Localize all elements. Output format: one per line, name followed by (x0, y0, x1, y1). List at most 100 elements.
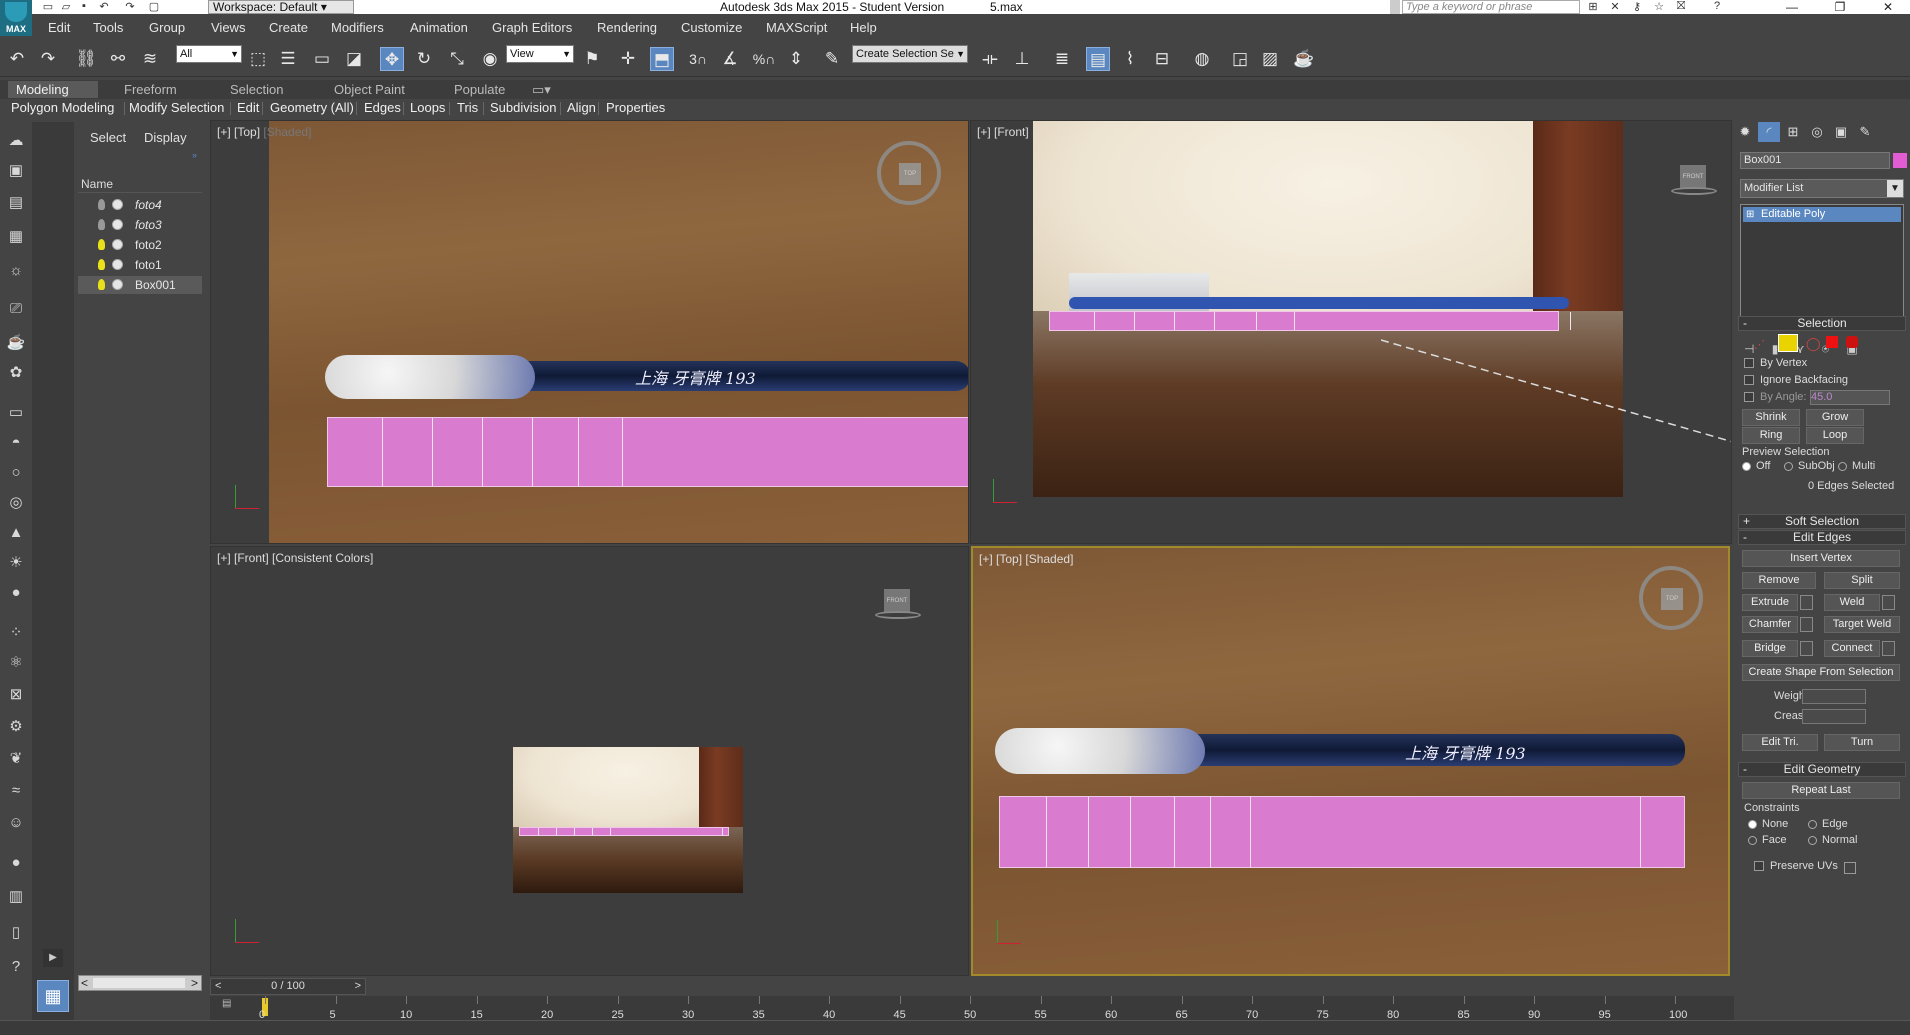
turn-button[interactable]: Turn (1824, 734, 1900, 751)
angle-snap-icon[interactable]: ∡ (718, 47, 742, 71)
foliage-icon[interactable]: ❦ (4, 748, 28, 770)
app-logo[interactable]: MAX (0, 0, 32, 36)
scene-item-foto3[interactable]: foto3 (78, 216, 202, 234)
tools-icon[interactable]: ✕ (1606, 0, 1624, 14)
exchange-icon[interactable]: ⛝ (1672, 0, 1690, 14)
visibility-icon[interactable] (112, 219, 123, 230)
select-by-name-icon[interactable]: ☰ (276, 47, 300, 71)
create-tab-icon[interactable]: ✹ (1734, 122, 1756, 142)
project-folder-icon[interactable]: ▢ (146, 0, 162, 14)
grid-icon[interactable]: ▦ (4, 226, 28, 248)
visibility-icon[interactable] (112, 199, 123, 210)
preserve-uvs-settings-icon[interactable] (1844, 862, 1856, 874)
undo-quick-icon[interactable]: ↶ (96, 0, 112, 14)
unlink-icon[interactable]: ⚯ (106, 47, 130, 71)
track-bar[interactable]: ▤ 0 5 10 15 20 25 30 35 40 45 50 55 60 65 70 75 80 85 90 95… (210, 996, 1734, 1021)
scroll-right-icon[interactable]: > (191, 976, 198, 990)
redo-icon[interactable]: ↷ (36, 47, 60, 71)
character-icon[interactable]: ☺ (4, 812, 28, 834)
box001-mesh[interactable] (1049, 311, 1571, 331)
viewport-label[interactable]: [+] [Front] [Consistent Colors] (217, 551, 373, 565)
help-circle-icon[interactable]: ? (4, 956, 28, 978)
menu-maxscript[interactable]: MAXScript (766, 20, 827, 35)
preview-multi-radio[interactable]: Multi (1838, 460, 1875, 472)
tab-select[interactable]: Select (90, 130, 126, 145)
ribbon-edit[interactable]: Edit (237, 100, 259, 115)
shrink-button[interactable]: Shrink (1742, 409, 1800, 426)
ribbon-loops[interactable]: Loops (410, 100, 445, 115)
display-tab-icon[interactable]: ▣ (1830, 122, 1852, 142)
utilities-tab-icon[interactable]: ✎ (1854, 122, 1876, 142)
element-mode-icon[interactable] (1846, 336, 1858, 348)
by-vertex-checkbox[interactable]: By Vertex (1744, 357, 1807, 369)
scroll-left-icon[interactable]: < (81, 976, 88, 990)
scene-item-foto4[interactable]: foto4 (78, 196, 202, 214)
object-name-field[interactable]: Box001 (1740, 152, 1890, 169)
percent-snap-icon[interactable]: %∩ (752, 47, 776, 71)
ball-icon[interactable]: ● (4, 852, 28, 874)
workspace-dropdown[interactable]: Workspace: Default ▾ (208, 0, 354, 14)
ignore-backfacing-checkbox[interactable]: Ignore Backfacing (1744, 374, 1848, 386)
ribbon-properties[interactable]: Properties (606, 100, 665, 115)
sun-icon[interactable]: ☀ (4, 552, 28, 574)
edit-named-sel-icon[interactable]: ✎ (820, 47, 844, 71)
minimize-icon[interactable]: — (1774, 0, 1810, 14)
weight-spinner[interactable] (1802, 689, 1866, 704)
keyboard-shortcut-icon[interactable]: ⬒ (650, 47, 674, 71)
tab-display[interactable]: Display (144, 130, 187, 145)
close-icon[interactable]: ✕ (1870, 0, 1906, 14)
menu-edit[interactable]: Edit (48, 20, 70, 35)
expand-plus-icon[interactable]: ⊞ (1746, 207, 1754, 222)
tab-freeform[interactable]: Freeform (116, 81, 185, 98)
snap-toggle-icon[interactable]: 3∩ (686, 47, 710, 71)
scene-item-foto2[interactable]: foto2 (78, 236, 202, 254)
camera-icon[interactable]: ⎚ (4, 298, 28, 320)
hair-icon[interactable]: ≈ (4, 780, 28, 802)
target-weld-button[interactable]: Target Weld (1824, 616, 1900, 633)
layout-toggle-icon[interactable]: ▦ (37, 980, 69, 1012)
menu-customize[interactable]: Customize (681, 20, 742, 35)
viewport-bottom-left[interactable]: [+] [Front] [Consistent Colors] FRONT (210, 546, 969, 976)
vertex-mode-icon[interactable]: ⋰ (1754, 338, 1765, 351)
torus-icon[interactable]: ◎ (4, 492, 28, 514)
table-icon[interactable]: ▤ (4, 192, 28, 214)
box001-mesh[interactable] (519, 827, 729, 836)
key-icon[interactable]: ⚷ (1628, 0, 1646, 14)
modifier-stack[interactable]: ⊞ Editable Poly (1740, 204, 1904, 324)
bridge-settings-icon[interactable] (1800, 641, 1813, 656)
render-teapot-icon[interactable]: ☕ (1292, 47, 1316, 71)
star-icon[interactable]: ☆ (1650, 0, 1668, 14)
object-color-swatch[interactable] (1893, 153, 1907, 168)
light-on-icon[interactable] (98, 279, 105, 290)
create-shape-button[interactable]: Create Shape From Selection (1742, 664, 1900, 681)
rollout-selection-header[interactable]: - Selection (1738, 316, 1906, 331)
molecule-icon[interactable]: ⚛ (4, 652, 28, 674)
rendered-frame-icon[interactable]: ▨ (1258, 47, 1282, 71)
border-mode-icon[interactable]: ◯ (1806, 336, 1821, 352)
gear-icon[interactable]: ⚙ (4, 716, 28, 738)
align-icon[interactable]: ⊥ (1010, 47, 1034, 71)
stack-item-editable-poly[interactable]: ⊞ Editable Poly (1743, 207, 1901, 222)
teapot-icon[interactable]: ☕ (4, 332, 28, 354)
binoculars-icon[interactable]: ⊞ (1584, 0, 1602, 14)
asset-icon[interactable]: ▣ (4, 160, 28, 182)
redo-quick-icon[interactable]: ↷ (122, 0, 138, 14)
loop-button[interactable]: Loop (1806, 427, 1864, 444)
scale-icon[interactable]: ⤡ (445, 47, 469, 71)
box001-mesh[interactable] (999, 796, 1685, 868)
menu-tools[interactable]: Tools (93, 20, 123, 35)
viewport-bottom-right[interactable]: [+] [Top] [Shaded] 上海 牙膏牌 193 TOP (971, 546, 1730, 976)
preview-off-radio[interactable]: Off (1742, 460, 1770, 472)
menu-graph-editors[interactable]: Graph Editors (492, 20, 572, 35)
viewport-top-left[interactable]: [+] [Top] [Shaded] 上海 牙膏牌 193 TOP (210, 120, 969, 544)
new-file-icon[interactable]: ▭ (40, 0, 56, 14)
material-editor-icon[interactable]: ◍ (1190, 47, 1214, 71)
box-icon[interactable]: ▭ (4, 402, 28, 424)
modify-tab-icon[interactable]: ◜ (1758, 122, 1780, 142)
menu-create[interactable]: Create (269, 20, 308, 35)
constraint-none-radio[interactable]: None (1748, 818, 1788, 830)
ref-coord-dropdown[interactable]: View ▼ (506, 45, 574, 63)
visibility-icon[interactable] (112, 279, 123, 290)
tab-modeling[interactable]: Modeling (8, 81, 98, 98)
selection-filter-dropdown[interactable]: All ▼ (176, 45, 242, 63)
